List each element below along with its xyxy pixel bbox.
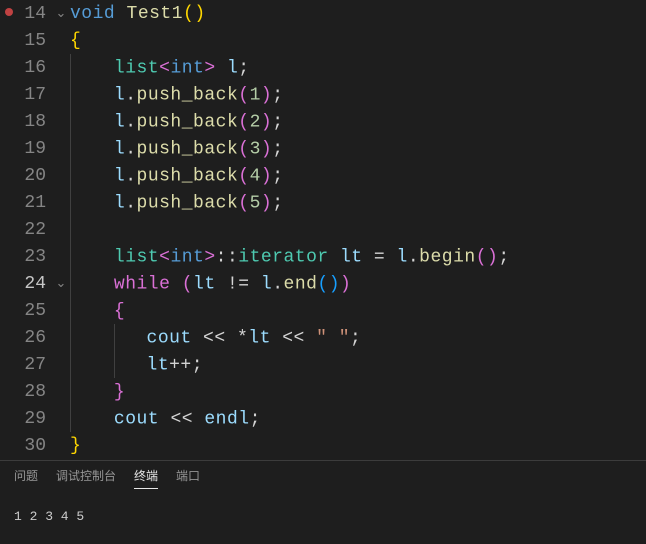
code-text: void Test1()	[70, 4, 646, 24]
line-number: 15	[0, 31, 52, 51]
line-number: 26	[0, 328, 52, 348]
line-number: 22	[0, 220, 52, 240]
code-line[interactable]: 30 }	[0, 432, 646, 459]
panel-tabs: 问题 调试控制台 终端 端口	[0, 461, 646, 495]
code-line[interactable]: 14 ⌄ void Test1()	[0, 0, 646, 27]
code-text: {	[70, 31, 646, 51]
breakpoint-dot[interactable]	[5, 8, 13, 16]
code-text: lt++;	[70, 351, 646, 378]
code-text: list<int>::iterator lt = l.begin();	[70, 243, 646, 270]
code-text: l.push_back(2);	[70, 108, 646, 135]
code-text: l.push_back(3);	[70, 135, 646, 162]
code-line[interactable]: 15 {	[0, 27, 646, 54]
code-line[interactable]: 25 {	[0, 297, 646, 324]
code-line[interactable]: 26 cout << *lt << " ";	[0, 324, 646, 351]
line-number: 17	[0, 85, 52, 105]
code-text: l.push_back(1);	[70, 81, 646, 108]
code-line[interactable]: 29 cout << endl;	[0, 405, 646, 432]
code-text: cout << *lt << " ";	[70, 324, 646, 351]
line-number: 16	[0, 58, 52, 78]
code-line[interactable]: 21 l.push_back(5);	[0, 189, 646, 216]
code-line[interactable]: 18 l.push_back(2);	[0, 108, 646, 135]
line-number: 24	[0, 274, 52, 294]
line-number: 21	[0, 193, 52, 213]
chevron-down-icon[interactable]: ⌄	[52, 276, 70, 291]
line-number: 23	[0, 247, 52, 267]
code-line[interactable]: 22	[0, 216, 646, 243]
line-number: 25	[0, 301, 52, 321]
line-number: 27	[0, 355, 52, 375]
code-line[interactable]: 19 l.push_back(3);	[0, 135, 646, 162]
code-line[interactable]: 16 list<int> l;	[0, 54, 646, 81]
code-text: {	[70, 297, 646, 324]
code-line[interactable]: 20 l.push_back(4);	[0, 162, 646, 189]
code-text: l.push_back(5);	[70, 189, 646, 216]
code-text: l.push_back(4);	[70, 162, 646, 189]
chevron-down-icon[interactable]: ⌄	[52, 6, 70, 21]
code-line[interactable]: 28 }	[0, 378, 646, 405]
code-editor[interactable]: 14 ⌄ void Test1() 15 { 16 list<int> l; 1…	[0, 0, 646, 460]
code-line[interactable]: 23 list<int>::iterator lt = l.begin();	[0, 243, 646, 270]
code-text	[70, 216, 646, 243]
line-number: 29	[0, 409, 52, 429]
code-line[interactable]: 27 lt++;	[0, 351, 646, 378]
code-text: list<int> l;	[70, 54, 646, 81]
line-number: 28	[0, 382, 52, 402]
bottom-panel: 问题 调试控制台 终端 端口 1 2 3 4 5	[0, 460, 646, 544]
line-number: 18	[0, 112, 52, 132]
terminal-output[interactable]: 1 2 3 4 5	[0, 495, 646, 524]
line-number: 30	[0, 436, 52, 456]
code-text: }	[70, 436, 646, 456]
tab-debug-console[interactable]: 调试控制台	[56, 467, 116, 488]
code-line[interactable]: 17 l.push_back(1);	[0, 81, 646, 108]
tab-problems[interactable]: 问题	[14, 467, 38, 488]
code-text: while (lt != l.end())	[70, 270, 646, 297]
code-line[interactable]: 24 ⌄ while (lt != l.end())	[0, 270, 646, 297]
line-number: 20	[0, 166, 52, 186]
code-text: }	[70, 378, 646, 405]
tab-ports[interactable]: 端口	[176, 467, 200, 488]
code-text: cout << endl;	[70, 405, 646, 432]
tab-terminal[interactable]: 终端	[134, 467, 158, 489]
line-number: 19	[0, 139, 52, 159]
